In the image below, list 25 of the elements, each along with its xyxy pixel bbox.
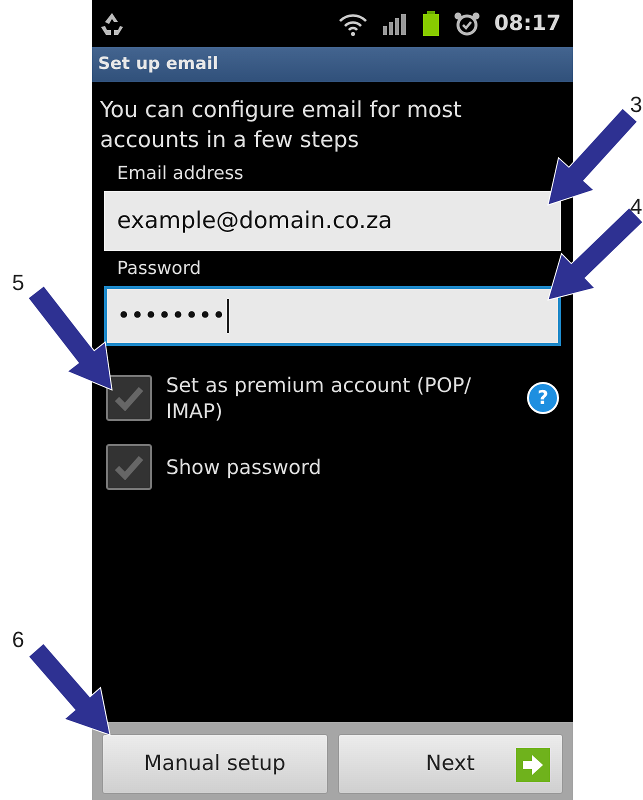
recycle-icon: [98, 10, 126, 36]
check-icon: [114, 385, 144, 411]
callout-number: 5: [12, 269, 24, 297]
intro-text: You can configure email for most accounts in a few steps: [99, 97, 463, 155]
callout-number: 3: [630, 91, 642, 119]
email-field[interactable]: example@domain.co.za: [104, 191, 561, 251]
signal-icon: [382, 12, 408, 36]
text-cursor: [226, 299, 229, 333]
password-field[interactable]: ••••••••: [104, 286, 561, 346]
checkbox[interactable]: [106, 375, 152, 421]
battery-icon: [422, 10, 440, 36]
check-icon: [114, 454, 144, 480]
arrow-right-icon: [516, 748, 550, 782]
callout-number: 4: [630, 193, 642, 221]
next-button[interactable]: Next: [338, 734, 563, 794]
checkbox-label: Show password: [166, 454, 322, 480]
manual-setup-button[interactable]: Manual setup: [102, 734, 328, 794]
field-label: Email address: [116, 162, 244, 186]
checkbox[interactable]: [106, 444, 152, 490]
callout-number: 6: [12, 626, 24, 654]
status-time: 08:17: [494, 10, 561, 37]
alarm-icon: [454, 10, 480, 36]
checkbox-label: Set as premium account (POP/ IMAP): [166, 372, 472, 424]
title-bar: Set up email: [92, 47, 573, 82]
field-label: Password: [116, 257, 202, 281]
